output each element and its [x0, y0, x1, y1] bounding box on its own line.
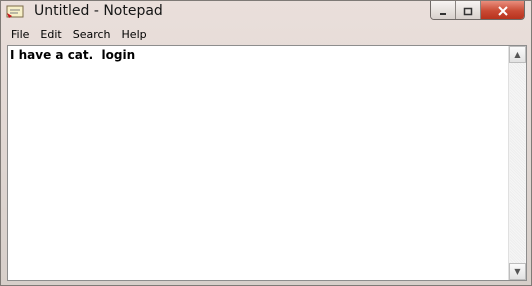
title-bar[interactable]: Untitled - Notepad	[1, 1, 531, 23]
scroll-track[interactable]	[510, 63, 525, 263]
scroll-down-icon: ▼	[514, 267, 521, 276]
text-editor[interactable]: I have a cat. login ▲ ▼	[7, 45, 527, 281]
menu-search[interactable]: Search	[72, 28, 112, 41]
menu-edit[interactable]: Edit	[39, 28, 62, 41]
scroll-up-icon: ▲	[514, 50, 521, 59]
vertical-scrollbar[interactable]: ▲ ▼	[508, 46, 526, 280]
editor-content[interactable]: I have a cat. login	[10, 48, 135, 62]
menu-help[interactable]: Help	[121, 28, 148, 41]
menu-file[interactable]: File	[10, 28, 30, 41]
notepad-icon[interactable]	[6, 3, 26, 19]
window-title: Untitled - Notepad	[34, 3, 163, 19]
close-button[interactable]	[481, 1, 524, 19]
scroll-down-button[interactable]: ▼	[509, 263, 526, 280]
maximize-button[interactable]	[456, 1, 481, 19]
minimize-icon	[438, 1, 448, 19]
minimize-button[interactable]	[431, 1, 456, 19]
window-controls	[430, 1, 525, 20]
close-icon	[497, 1, 509, 19]
maximize-icon	[463, 1, 473, 19]
menu-bar: File Edit Search Help	[1, 25, 531, 44]
scroll-up-button[interactable]: ▲	[509, 46, 526, 63]
notepad-window: Untitled - Notepad File Edit Search Help…	[0, 0, 532, 286]
